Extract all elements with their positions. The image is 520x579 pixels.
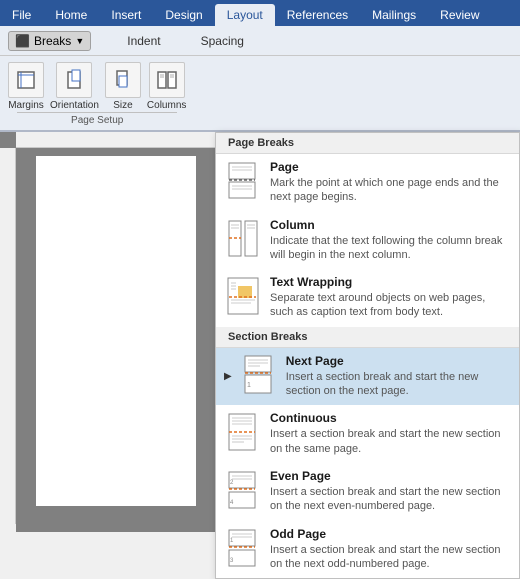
main-area: Page Breaks Page Mark the point at which… bbox=[0, 132, 520, 524]
tab-home[interactable]: Home bbox=[43, 4, 99, 26]
continuous-icon bbox=[224, 413, 262, 451]
breaks-label: Breaks bbox=[34, 34, 71, 48]
margins-group[interactable]: Margins bbox=[8, 62, 44, 111]
breaks-button[interactable]: ⬛ Breaks ▼ bbox=[8, 31, 91, 51]
tab-design[interactable]: Design bbox=[153, 4, 214, 26]
tab-layout[interactable]: Layout bbox=[215, 4, 275, 26]
odd-page-icon: 1 3 bbox=[224, 529, 262, 567]
tab-insert[interactable]: Insert bbox=[99, 4, 153, 26]
breaks-dropdown-arrow: ▼ bbox=[75, 36, 84, 46]
section-breaks-header: Section Breaks bbox=[216, 327, 519, 348]
menu-item-continuous[interactable]: Continuous Insert a section break and st… bbox=[216, 405, 519, 463]
next-page-icon: 1 bbox=[240, 356, 278, 394]
svg-text:1: 1 bbox=[247, 382, 251, 389]
document-page bbox=[36, 156, 196, 506]
page-item-text: Page Mark the point at which one page en… bbox=[270, 160, 511, 205]
ribbon-tab-bar: File Home Insert Design Layout Reference… bbox=[0, 0, 520, 26]
column-item-text: Column Indicate that the text following … bbox=[270, 218, 511, 263]
columns-label: Columns bbox=[147, 100, 186, 111]
margins-icon bbox=[8, 62, 44, 98]
tab-review[interactable]: Review bbox=[428, 4, 491, 26]
orientation-icon bbox=[56, 62, 92, 98]
text-wrapping-item-text: Text Wrapping Separate text around objec… bbox=[270, 275, 511, 320]
menu-item-page[interactable]: Page Mark the point at which one page en… bbox=[216, 154, 519, 212]
odd-page-item-title: Odd Page bbox=[270, 527, 511, 541]
menu-item-column[interactable]: Column Indicate that the text following … bbox=[216, 212, 519, 270]
odd-page-item-text: Odd Page Insert a section break and star… bbox=[270, 527, 511, 572]
menu-item-text-wrapping[interactable]: Text Wrapping Separate text around objec… bbox=[216, 269, 519, 327]
size-group[interactable]: Size bbox=[105, 62, 141, 111]
column-item-title: Column bbox=[270, 218, 511, 232]
breaks-dropdown-menu: Page Breaks Page Mark the point at which… bbox=[215, 132, 520, 579]
page-setup-label: Page Setup bbox=[17, 112, 177, 126]
page-item-title: Page bbox=[270, 160, 511, 174]
even-page-item-text: Even Page Insert a section break and sta… bbox=[270, 469, 511, 514]
even-page-icon: 2 4 bbox=[224, 471, 262, 509]
ribbon-icons-bar: Margins Orientation Size bbox=[0, 56, 520, 132]
size-label: Size bbox=[113, 100, 132, 111]
page-break-icon bbox=[224, 162, 262, 200]
size-icon bbox=[105, 62, 141, 98]
margins-label: Margins bbox=[8, 100, 44, 111]
even-page-item-desc: Insert a section break and start the new… bbox=[270, 485, 511, 514]
document-area bbox=[0, 132, 215, 524]
menu-item-even-page[interactable]: 2 4 Even Page Insert a section break and… bbox=[216, 463, 519, 521]
orientation-label: Orientation bbox=[50, 100, 99, 111]
text-wrapping-icon bbox=[224, 277, 262, 315]
ribbon-command-bar: ⬛ Breaks ▼ Indent Spacing bbox=[0, 26, 520, 56]
continuous-item-desc: Insert a section break and start the new… bbox=[270, 427, 511, 456]
continuous-item-title: Continuous bbox=[270, 411, 511, 425]
tab-mailings[interactable]: Mailings bbox=[360, 4, 428, 26]
menu-item-odd-page[interactable]: 1 3 Odd Page Insert a section break and … bbox=[216, 521, 519, 579]
vertical-ruler bbox=[0, 148, 16, 524]
tab-file[interactable]: File bbox=[0, 4, 43, 26]
page-item-desc: Mark the point at which one page ends an… bbox=[270, 176, 511, 205]
odd-page-item-desc: Insert a section break and start the new… bbox=[270, 543, 511, 572]
continuous-item-text: Continuous Insert a section break and st… bbox=[270, 411, 511, 456]
next-page-item-desc: Insert a section break and start the new… bbox=[286, 370, 511, 399]
horizontal-ruler bbox=[16, 132, 215, 148]
even-page-item-title: Even Page bbox=[270, 469, 511, 483]
orientation-group[interactable]: Orientation bbox=[50, 62, 99, 111]
next-page-arrow: ▶ bbox=[224, 371, 232, 382]
text-wrapping-item-desc: Separate text around objects on web page… bbox=[270, 291, 511, 320]
columns-icon bbox=[149, 62, 185, 98]
column-item-desc: Indicate that the text following the col… bbox=[270, 234, 511, 263]
spacing-label: Spacing bbox=[201, 34, 244, 48]
menu-item-next-page[interactable]: ▶ 1 Next Page Insert a section break and… bbox=[216, 348, 519, 406]
column-break-icon bbox=[224, 220, 262, 258]
page-breaks-header: Page Breaks bbox=[216, 133, 519, 154]
next-page-item-text: Next Page Insert a section break and sta… bbox=[286, 354, 511, 399]
columns-group[interactable]: Columns bbox=[147, 62, 186, 111]
breaks-icon: ⬛ bbox=[15, 34, 30, 48]
ribbon-right-section: Indent Spacing bbox=[127, 34, 244, 48]
indent-label: Indent bbox=[127, 34, 160, 48]
next-page-item-title: Next Page bbox=[286, 354, 511, 368]
tab-references[interactable]: References bbox=[275, 4, 360, 26]
text-wrapping-item-title: Text Wrapping bbox=[270, 275, 511, 289]
